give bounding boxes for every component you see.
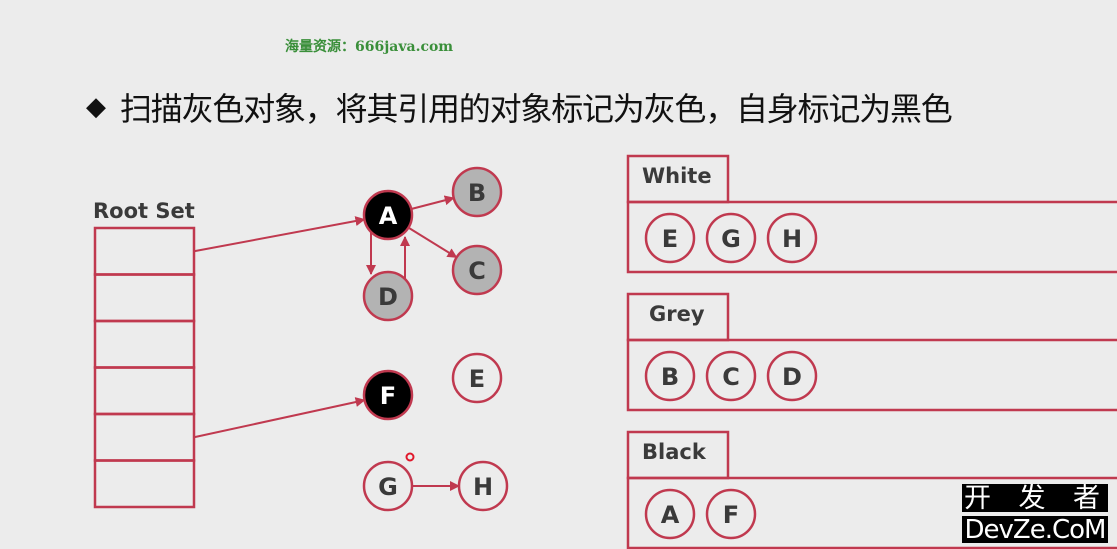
- set-member-label: A: [661, 501, 680, 529]
- node-label: D: [378, 283, 398, 311]
- edge-A-to-B: [410, 195, 455, 210]
- root-set: [93, 226, 196, 509]
- node-G: G: [362, 460, 414, 512]
- root-slot-1: [93, 226, 196, 276]
- root-slot-2: [93, 273, 196, 323]
- devze-watermark-en: DevZe.CoM: [962, 516, 1108, 544]
- set-member-label: E: [662, 225, 678, 253]
- set-member-label: F: [723, 501, 739, 529]
- edge-root-slot-5-to-F: [193, 397, 366, 439]
- set-member-A: A: [644, 488, 696, 540]
- node-F: F: [362, 369, 414, 421]
- diagram-canvas: A B C D E F G H E G H B C D A F: [93, 154, 1117, 549]
- node-label: C: [468, 257, 486, 285]
- node-B: B: [451, 166, 503, 218]
- set-label-black: Black: [642, 440, 706, 464]
- node-E: E: [451, 352, 503, 404]
- set-body: [626, 338, 1117, 412]
- node-C: C: [451, 244, 503, 296]
- node-label: E: [469, 365, 485, 393]
- node-label: A: [379, 202, 398, 230]
- set-member-E: E: [644, 212, 696, 264]
- edge-root-slot-1-to-A: [193, 216, 366, 253]
- node-label: B: [468, 179, 486, 207]
- node-label: F: [380, 382, 396, 410]
- set-member-label: H: [782, 225, 802, 253]
- set-member-C: C: [705, 350, 757, 402]
- node-label: G: [378, 473, 398, 501]
- set-body: [626, 200, 1117, 274]
- set-member-label: C: [722, 363, 740, 391]
- root-slot-6: [93, 459, 196, 509]
- edges: [193, 195, 460, 491]
- set-member-F: F: [705, 488, 757, 540]
- set-member-label: D: [782, 363, 802, 391]
- devze-watermark-cn: 开发者: [962, 483, 1108, 514]
- node-label: H: [473, 473, 493, 501]
- laser-pointer-icon: [405, 452, 415, 462]
- devze-watermark: 开发者 DevZe.CoM: [962, 483, 1108, 544]
- set-member-D: D: [766, 350, 818, 402]
- node-A: A: [362, 189, 414, 241]
- set-label-grey: Grey: [649, 302, 705, 326]
- node-D: D: [362, 270, 414, 322]
- set-member-G: G: [705, 212, 757, 264]
- set-member-label: G: [721, 225, 741, 253]
- root-slot-3: [93, 319, 196, 369]
- set-member-B: B: [644, 350, 696, 402]
- root-slot-5: [93, 412, 196, 462]
- nodes: A B C D E F G H: [362, 166, 509, 512]
- set-member-H: H: [766, 212, 818, 264]
- edge-A-to-C: [407, 226, 458, 259]
- root-slot-4: [93, 366, 196, 416]
- set-label-white: White: [642, 164, 712, 188]
- node-H: H: [457, 460, 509, 512]
- set-member-label: B: [661, 363, 679, 391]
